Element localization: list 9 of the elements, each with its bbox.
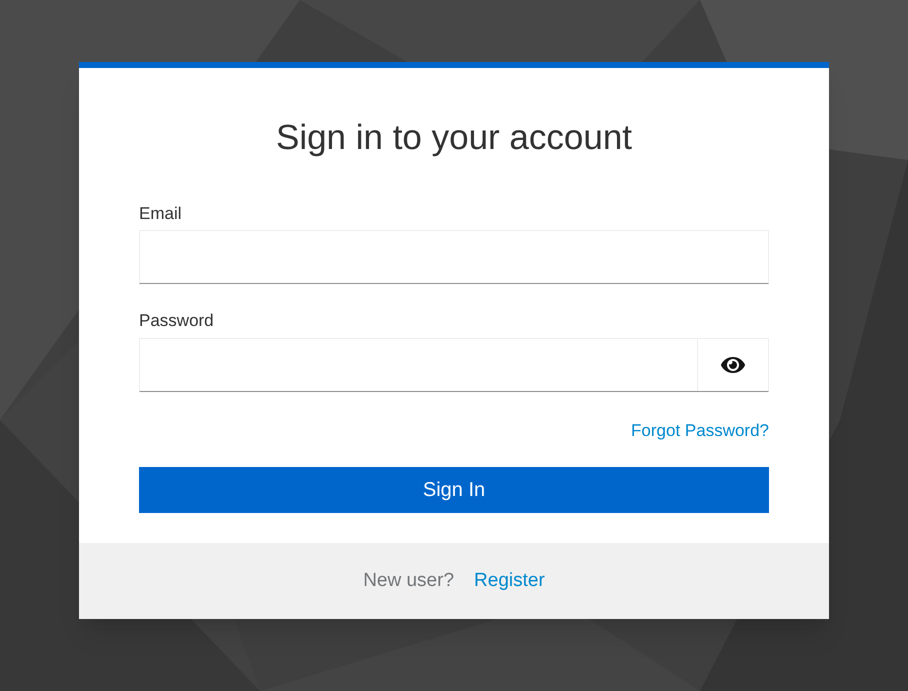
sign-in-button[interactable]: Sign In — [139, 467, 769, 513]
page-title: Sign in to your account — [274, 117, 634, 159]
field-label: Email — [139, 202, 183, 224]
new-user-text: New user? — [363, 568, 454, 593]
field-label: Password — [139, 310, 215, 332]
forgot-password-link[interactable]: Forgot Password? — [631, 418, 769, 443]
input-field[interactable] — [139, 230, 769, 284]
register-link[interactable]: Register — [474, 566, 545, 596]
input-field[interactable] — [139, 338, 769, 392]
